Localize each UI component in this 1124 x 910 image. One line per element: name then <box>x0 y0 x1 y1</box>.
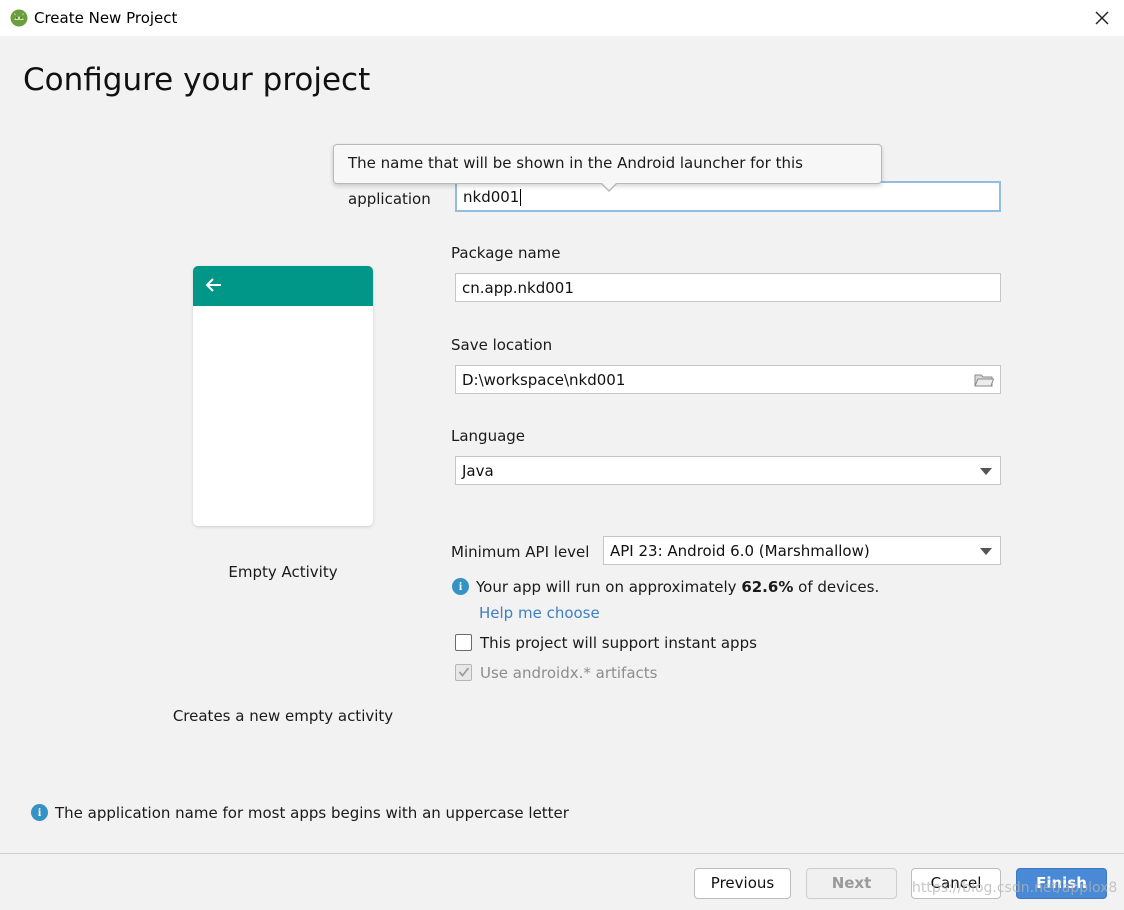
android-studio-icon <box>10 9 28 27</box>
save-location-value: D:\workspace\nkd001 <box>462 371 626 389</box>
coverage-percent: 62.6% <box>741 578 794 596</box>
package-name-label: Package name <box>451 244 561 262</box>
activity-preview <box>193 266 373 526</box>
min-api-value: API 23: Android 6.0 (Marshmallow) <box>610 542 870 560</box>
language-label: Language <box>451 427 526 445</box>
androidx-label: Use androidx.* artifacts <box>480 664 658 682</box>
androidx-checkbox[interactable] <box>455 664 472 681</box>
activity-name: Empty Activity <box>228 563 338 581</box>
min-api-label: Minimum API level <box>451 543 590 561</box>
instant-apps-checkbox[interactable] <box>455 634 472 651</box>
save-location-label: Save location <box>451 336 553 354</box>
next-button[interactable]: Next <box>806 868 897 899</box>
save-location-input[interactable]: D:\workspace\nkd001 <box>455 365 1001 394</box>
preview-app-bar <box>193 266 373 306</box>
close-icon <box>1095 11 1109 25</box>
window-title: Create New Project <box>34 9 178 27</box>
page-title: Configure your project <box>23 62 371 98</box>
activity-description: Creates a new empty activity <box>172 707 394 725</box>
instant-apps-label: This project will support instant apps <box>480 634 757 652</box>
text-caret <box>520 189 522 206</box>
close-button[interactable] <box>1090 6 1114 30</box>
package-name-input[interactable]: cn.app.nkd001 <box>455 273 1001 302</box>
folder-icon[interactable] <box>974 372 994 388</box>
package-name-value: cn.app.nkd001 <box>462 279 574 297</box>
language-dropdown[interactable]: Java <box>455 456 1001 485</box>
name-input-value: nkd001 <box>463 188 520 206</box>
help-me-choose-link[interactable]: Help me choose <box>479 604 600 622</box>
min-api-dropdown[interactable]: API 23: Android 6.0 (Marshmallow) <box>603 536 1001 565</box>
info-icon: i <box>452 578 469 595</box>
footer-hint: The application name for most apps begin… <box>55 804 569 822</box>
footer-divider <box>0 853 1124 854</box>
name-input[interactable]: nkd001 <box>455 181 1001 212</box>
checkmark-icon <box>458 667 470 677</box>
previous-button[interactable]: Previous <box>694 868 791 899</box>
back-arrow-icon <box>205 278 221 292</box>
chevron-down-icon <box>980 548 992 555</box>
info-icon: i <box>31 804 48 821</box>
tooltip-arrow <box>600 182 618 192</box>
title-bar: Create New Project <box>0 0 1124 36</box>
name-field-tooltip: The name that will be shown in the Andro… <box>333 144 882 208</box>
language-value: Java <box>462 462 494 480</box>
chevron-down-icon <box>980 468 992 475</box>
watermark: https://blog.csdn.net/applox8 <box>912 880 1118 896</box>
coverage-text: Your app will run on approximately 62.6%… <box>476 578 880 596</box>
